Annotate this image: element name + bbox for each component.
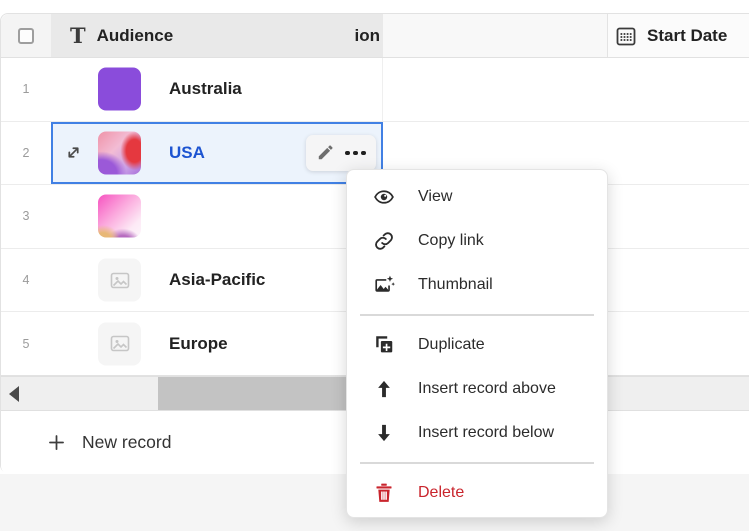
image-placeholder-icon — [108, 332, 132, 356]
row-number: 3 — [1, 185, 51, 248]
record-thumbnail-placeholder[interactable] — [98, 259, 141, 302]
menu-item-view[interactable]: View — [347, 175, 607, 219]
menu-item-delete[interactable]: Delete — [347, 471, 607, 515]
menu-divider — [360, 314, 594, 316]
record-thumbnail[interactable] — [98, 131, 141, 174]
record-thumbnail-placeholder[interactable] — [98, 322, 141, 365]
expand-record-button[interactable] — [61, 141, 85, 165]
record-title: Australia — [169, 79, 242, 99]
audience-cell[interactable]: Europe — [51, 312, 383, 375]
eye-icon — [372, 185, 396, 209]
record-thumbnail[interactable] — [98, 68, 141, 111]
select-all-checkbox[interactable] — [18, 28, 34, 44]
menu-item-thumbnail[interactable]: Thumbnail — [347, 263, 607, 307]
trash-icon — [372, 481, 396, 505]
audience-cell[interactable] — [51, 185, 383, 248]
menu-item-copy-link[interactable]: Copy link — [347, 219, 607, 263]
record-title: Asia-Pacific — [169, 270, 265, 290]
menu-divider — [360, 462, 594, 464]
menu-item-insert-above[interactable]: Insert record above — [347, 367, 607, 411]
new-record-label: New record — [82, 432, 171, 453]
arrow-down-icon — [372, 421, 396, 445]
menu-item-insert-below[interactable]: Insert record below — [347, 411, 607, 455]
column-header-clipped-label: ion — [355, 14, 381, 57]
expand-icon — [63, 142, 84, 163]
row-number: 4 — [1, 249, 51, 312]
row-number: 1 — [1, 58, 51, 121]
audience-cell[interactable]: Australia — [51, 58, 383, 121]
image-sparkle-icon — [372, 273, 396, 297]
pencil-icon — [316, 143, 335, 162]
column-header-audience[interactable]: T Audience ion — [51, 14, 383, 57]
row-number: 5 — [1, 312, 51, 375]
column-header-start-date-label: Start Date — [647, 26, 727, 46]
duplicate-plus-icon — [372, 333, 396, 357]
audience-cell[interactable]: Asia-Pacific — [51, 249, 383, 312]
table-row[interactable]: 1 Australia — [1, 58, 749, 122]
link-icon — [372, 229, 396, 253]
column-header-audience-label: Audience — [97, 26, 174, 46]
arrow-up-icon — [372, 377, 396, 401]
scroll-left-arrow-icon[interactable] — [9, 386, 19, 402]
records-table-screen: T Audience ion Start Date — [0, 0, 749, 531]
row-number: 2 — [1, 122, 51, 185]
more-actions-button[interactable] — [345, 151, 366, 156]
table-header-row: T Audience ion Start Date — [1, 14, 749, 58]
menu-item-duplicate[interactable]: Duplicate — [347, 323, 607, 367]
audience-cell-selected[interactable]: USA — [51, 122, 383, 185]
select-all-cell — [1, 14, 51, 57]
column-header-start-date[interactable]: Start Date — [608, 14, 749, 57]
record-title: Europe — [169, 334, 228, 354]
record-thumbnail[interactable] — [98, 195, 141, 238]
column-header-description-body[interactable] — [383, 14, 608, 57]
plus-icon — [46, 432, 67, 453]
text-type-icon: T — [70, 25, 86, 46]
record-title-link[interactable]: USA — [169, 143, 205, 163]
row-actions — [306, 135, 376, 171]
row-context-menu: View Copy link Thumbnail — [346, 169, 608, 518]
image-placeholder-icon — [108, 268, 132, 292]
calendar-icon — [614, 24, 638, 48]
edit-button[interactable] — [316, 143, 335, 162]
